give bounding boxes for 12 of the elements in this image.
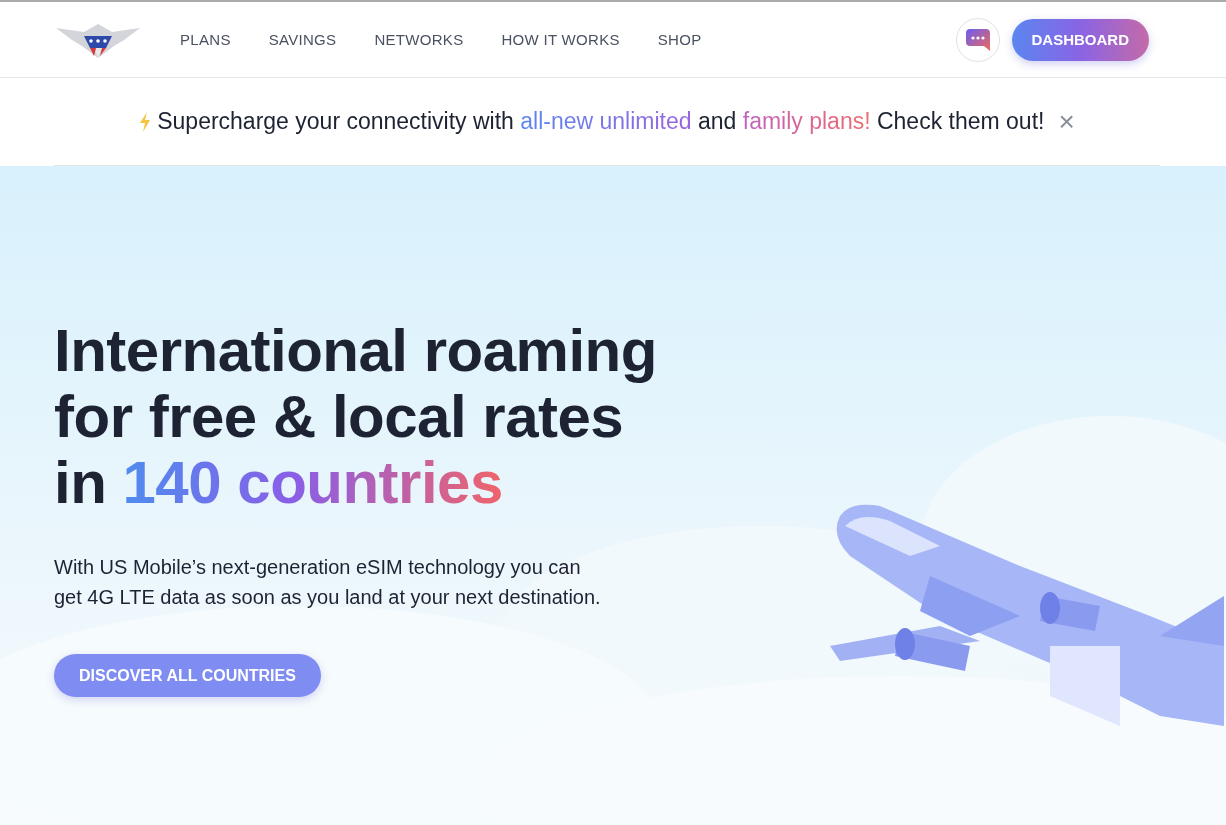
promo-message: Supercharge your connectivity with all-new unlimited and family plans! Check them out! (157, 108, 1045, 135)
nav-link[interactable]: PLANS (180, 31, 231, 48)
nav-link[interactable]: SAVINGS (268, 31, 337, 48)
nav-link[interactable]: HOW IT WORKS (501, 31, 620, 48)
promo-link[interactable]: family plans! (742, 108, 871, 134)
dashboard-button[interactable]: DASHBOARD (1011, 18, 1149, 61)
lightning-icon (139, 111, 152, 132)
nav-link[interactable]: SHOP (657, 31, 702, 48)
nav-link[interactable]: NETWORKS (374, 31, 464, 48)
hero-headline: International roaming for free & local rates in 140 countries (54, 318, 658, 516)
hero-description: With US Mobile’s next-generation eSIM technology you can get 4G LTE data as soon as you land at your next destination. (54, 555, 602, 610)
chat-bubble-icon (964, 27, 991, 52)
